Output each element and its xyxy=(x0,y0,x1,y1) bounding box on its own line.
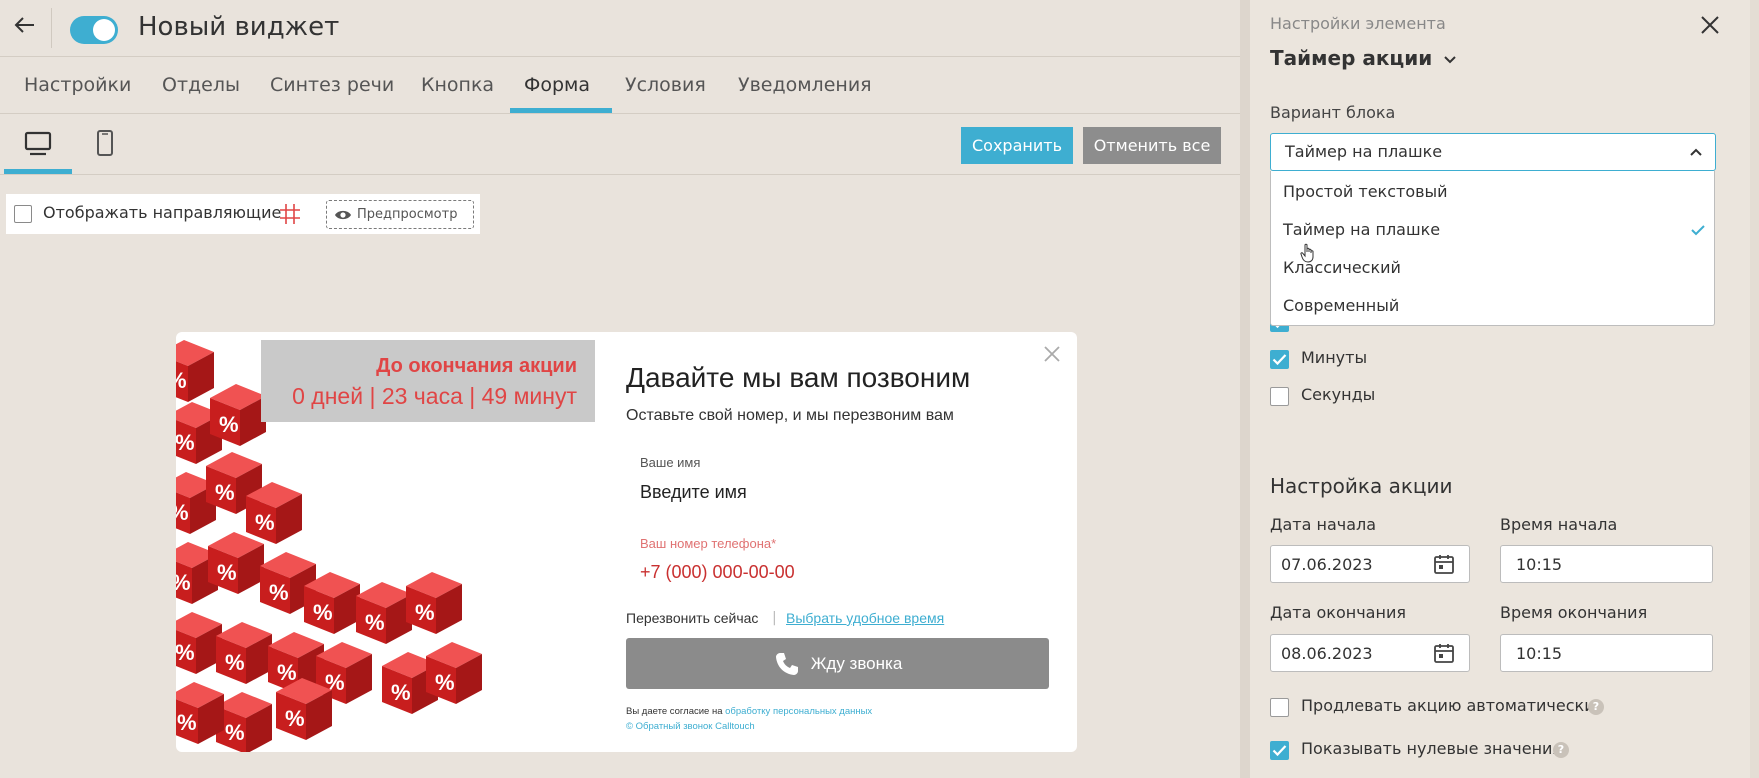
guides-icon[interactable] xyxy=(279,203,301,225)
toolbar: Сохранить Отменить все xyxy=(0,115,1240,175)
timer-title: До окончания акции xyxy=(376,355,577,377)
calendar-icon[interactable] xyxy=(1433,642,1455,664)
tab-form[interactable]: Форма xyxy=(522,58,592,114)
widget-close-icon[interactable] xyxy=(1042,344,1062,364)
end-time-label: Время окончания xyxy=(1500,603,1648,622)
tab-departments[interactable]: Отделы xyxy=(160,58,242,114)
end-time-input[interactable] xyxy=(1500,634,1713,672)
name-label: Ваше имя xyxy=(640,455,701,470)
timer-value: 0 дней | 23 часа | 49 минут xyxy=(292,383,577,409)
top-bar: Новый виджет xyxy=(0,0,1240,57)
show-zeros-checkbox[interactable] xyxy=(1270,741,1289,760)
arrow-left-icon xyxy=(14,17,34,33)
phone-icon xyxy=(776,653,798,675)
chevron-down-icon xyxy=(1444,55,1456,63)
wait-call-button[interactable]: Жду звонка xyxy=(626,638,1049,689)
seconds-checkbox[interactable] xyxy=(1270,387,1289,406)
choose-time-link[interactable]: Выбрать удобное время xyxy=(786,610,944,626)
active-tab-indicator xyxy=(510,108,612,113)
show-guides-label: Отображать направляющие xyxy=(43,203,282,222)
guides-bar: Отображать направляющие Предпросмотр xyxy=(6,194,480,234)
privacy-link[interactable]: обработку персональных данных xyxy=(725,706,872,717)
back-button[interactable] xyxy=(12,12,44,44)
show-guides-checkbox[interactable] xyxy=(14,205,32,223)
widget-title: Давайте мы вам позвоним xyxy=(626,362,971,393)
hand-cursor-icon xyxy=(1300,243,1314,263)
phone-input[interactable] xyxy=(640,558,1020,586)
show-zeros-label: Показывать нулевые значения xyxy=(1301,739,1563,758)
phone-label: Ваш номер телефона* xyxy=(640,536,777,551)
chevron-up-icon xyxy=(1690,148,1702,156)
mobile-view-button[interactable] xyxy=(72,115,140,173)
editor-area: Новый виджет Настройки Отделы Синтез реч… xyxy=(0,0,1240,778)
preview-button[interactable]: Предпросмотр xyxy=(326,200,474,229)
variant-option-plate-timer[interactable]: Таймер на плашке xyxy=(1271,212,1714,248)
tab-button[interactable]: Кнопка xyxy=(419,58,496,114)
copyright-link[interactable]: © Обратный звонок Calltouch xyxy=(626,721,755,732)
variant-label: Вариант блока xyxy=(1270,103,1396,122)
panel-divider xyxy=(1240,0,1250,778)
seconds-label: Секунды xyxy=(1301,385,1376,404)
check-icon xyxy=(1691,225,1705,236)
end-date-label: Дата окончания xyxy=(1270,603,1406,622)
tab-conditions[interactable]: Условия xyxy=(623,58,708,114)
panel-close-button[interactable] xyxy=(1697,12,1723,38)
variant-selected-value: Таймер на плашке xyxy=(1285,142,1443,161)
widget-subtitle: Оставьте свой номер, и мы перезвоним вам xyxy=(626,407,954,424)
eye-icon xyxy=(335,210,351,220)
auto-extend-checkbox[interactable] xyxy=(1270,698,1289,717)
help-icon[interactable]: ? xyxy=(1588,699,1604,715)
start-date-label: Дата начала xyxy=(1270,515,1377,534)
preview-label: Предпросмотр xyxy=(357,207,458,222)
widget-enabled-toggle[interactable] xyxy=(70,16,118,44)
tab-settings[interactable]: Настройки xyxy=(22,58,133,114)
variant-dropdown: Простой текстовый Таймер на плашке Класс… xyxy=(1270,171,1715,326)
minutes-label: Минуты xyxy=(1301,348,1368,367)
smartphone-icon xyxy=(97,130,113,156)
start-time-input[interactable] xyxy=(1500,545,1713,583)
auto-extend-label: Продлевать акцию автоматически xyxy=(1301,696,1595,715)
element-name: Таймер акции xyxy=(1270,46,1433,70)
divider xyxy=(51,8,52,48)
start-time-label: Время начала xyxy=(1500,515,1618,534)
page-title: Новый виджет xyxy=(138,12,340,42)
name-input[interactable] xyxy=(640,478,1020,506)
variant-option-simple-text[interactable]: Простой текстовый xyxy=(1271,174,1714,210)
cancel-all-button[interactable]: Отменить все xyxy=(1083,127,1221,164)
close-icon xyxy=(1701,16,1719,34)
tab-notifications[interactable]: Уведомления xyxy=(736,58,874,114)
panel-scrollbar[interactable] xyxy=(1750,0,1759,778)
tab-bar: Настройки Отделы Синтез речи Кнопка Форм… xyxy=(0,58,1240,114)
call-now-option[interactable]: Перезвонить сейчас xyxy=(626,610,758,626)
promo-settings-heading: Настройка акции xyxy=(1270,474,1453,498)
help-icon[interactable]: ? xyxy=(1553,742,1569,758)
minutes-checkbox[interactable] xyxy=(1270,350,1289,369)
tab-speech-synthesis[interactable]: Синтез речи xyxy=(268,58,396,114)
variant-option-modern[interactable]: Современный xyxy=(1271,288,1714,324)
element-selector[interactable]: Таймер акции xyxy=(1270,46,1457,70)
monitor-icon xyxy=(24,131,52,156)
callback-widget-preview: % До окончания акции xyxy=(176,332,1077,752)
desktop-view-button[interactable] xyxy=(4,115,72,174)
save-button[interactable]: Сохранить xyxy=(961,127,1073,164)
element-settings-panel: Настройки элемента Таймер акции Вариант … xyxy=(1250,0,1759,778)
toggle-knob xyxy=(93,19,115,41)
variant-option-classic[interactable]: Классический xyxy=(1271,250,1714,286)
panel-header-label: Настройки элемента xyxy=(1270,14,1446,33)
calendar-icon[interactable] xyxy=(1433,553,1455,575)
option-separator: | xyxy=(772,610,777,626)
variant-select[interactable]: Таймер на плашке xyxy=(1270,133,1716,171)
timer-plate: До окончания акции 0 дней | 23 часа | 49… xyxy=(261,340,595,422)
consent-text: Вы даете согласие на обработку персональ… xyxy=(626,706,873,717)
